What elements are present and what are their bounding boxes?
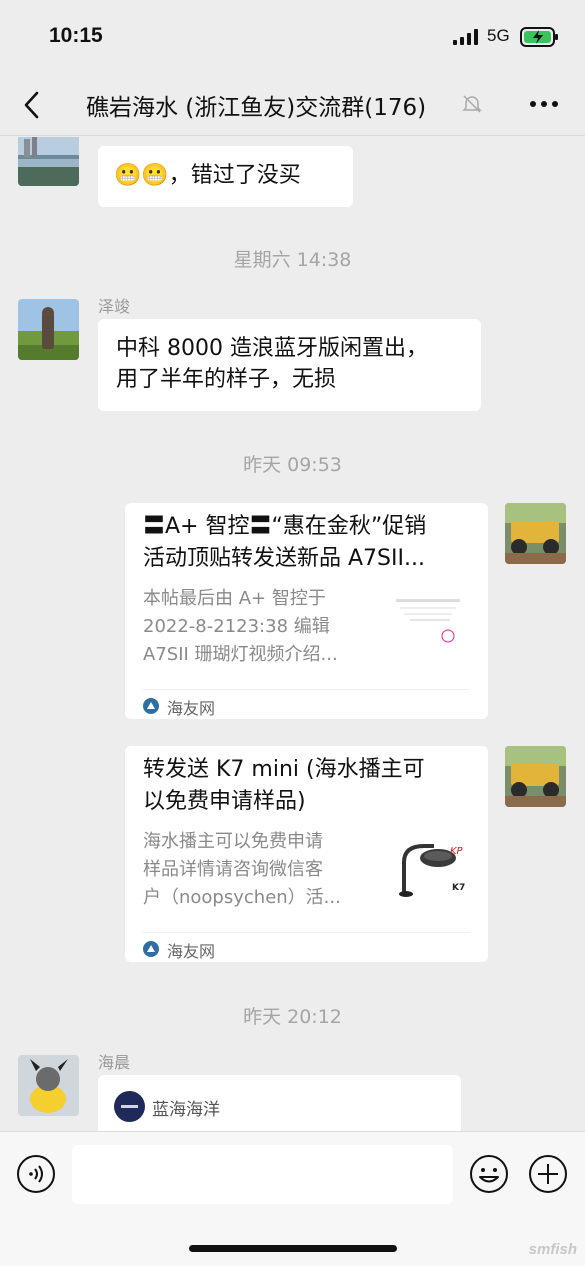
card-title-line: 活动顶贴转发送新品 A7SII... <box>143 546 425 571</box>
message-bubble[interactable]: 😬😬，错过了没买 <box>98 146 353 207</box>
watermark: smfish <box>528 1241 577 1258</box>
card-source: 海友网 <box>167 942 216 961</box>
card-footer: 海友网 <box>143 932 470 961</box>
avatar[interactable] <box>18 1055 79 1116</box>
home-indicator[interactable] <box>189 1245 397 1252</box>
card-thumbnail: KP K7 <box>390 832 470 912</box>
thumb-label: K7 <box>452 883 465 893</box>
card-title-line: 转发送 K7 mini (海水播主可 <box>143 757 425 782</box>
link-card[interactable]: 〓A+ 智控〓“惠在金秋”促销 活动顶贴转发送新品 A7SII... 本帖最后由… <box>125 503 488 719</box>
status-time: 10:15 <box>49 24 103 47</box>
message-text-line: 中科 8000 造浪蓝牙版闲置出， <box>116 336 428 361</box>
avatar[interactable] <box>18 137 79 186</box>
network-type: 5G <box>487 26 510 45</box>
svg-text:KP: KP <box>450 846 464 857</box>
card-description: 海水播主可以免费申请 样品详情请咨询微信客 户（noopsychen）活... <box>143 828 378 912</box>
card-thumbnail <box>390 589 470 669</box>
card-title-line: 以免费申请样品) <box>143 789 306 814</box>
plus-icon[interactable] <box>528 1154 568 1194</box>
card-title-line: 〓A+ 智控〓“惠在金秋”促销 <box>143 514 427 539</box>
avatar[interactable] <box>505 746 566 807</box>
sender-name: 泽竣 <box>98 297 131 316</box>
chat-header: 礁岩海水 (浙江鱼友)交流群(176) <box>0 72 585 136</box>
link-card[interactable]: 转发送 K7 mini (海水播主可 以免费申请样品) 海水播主可以免费申请 样… <box>125 746 488 962</box>
message-input[interactable] <box>72 1145 453 1204</box>
battery-icon <box>520 27 558 47</box>
back-icon[interactable] <box>22 90 42 120</box>
card-description: 本帖最后由 A+ 智控于 2022-8-2123:38 编辑 A7SII 珊瑚灯… <box>143 585 378 669</box>
message-bubble[interactable]: 中科 8000 造浪蓝牙版闲置出， 用了半年的样子，无损 <box>98 319 481 411</box>
source-app-icon <box>143 941 159 957</box>
input-bar: smfish <box>0 1131 585 1266</box>
signal-icon <box>453 29 478 45</box>
official-account-name: 蓝海海洋 <box>152 1100 220 1120</box>
message-bubble[interactable]: 蓝海海洋 <box>98 1075 461 1131</box>
chat-messages[interactable]: 😬😬，错过了没买 星期六 14:38 泽竣 中科 8000 造浪蓝牙版闲置出， … <box>0 137 585 1131</box>
sender-name: 海晨 <box>98 1053 131 1072</box>
more-icon[interactable] <box>529 100 559 108</box>
status-bar: 10:15 5G <box>0 0 585 72</box>
card-source: 海友网 <box>167 699 216 718</box>
emoji-icon[interactable] <box>469 1154 509 1194</box>
chat-title: 礁岩海水 (浙江鱼友)交流群(176) <box>86 95 427 121</box>
time-separator: 昨天 20:12 <box>243 1006 342 1028</box>
card-title: 〓A+ 智控〓“惠在金秋”促销 活动顶贴转发送新品 A7SII... <box>143 511 473 575</box>
card-desc-line: A7SII 珊瑚灯视频介绍... <box>143 644 338 665</box>
card-title: 转发送 K7 mini (海水播主可 以免费申请样品) <box>143 754 473 818</box>
card-footer: 海友网 <box>143 689 470 718</box>
source-app-icon <box>143 698 159 714</box>
avatar[interactable] <box>18 299 79 360</box>
mute-icon <box>462 95 482 113</box>
card-desc-line: 海水播主可以免费申请 <box>143 831 323 852</box>
time-separator: 昨天 09:53 <box>243 454 342 476</box>
card-desc-line: 样品详情请咨询微信客 <box>143 859 323 880</box>
card-desc-line: 户（noopsychen）活... <box>143 887 341 908</box>
message-text: 😬😬，错过了没买 <box>114 163 301 188</box>
message-text-line: 用了半年的样子，无损 <box>116 367 337 392</box>
card-desc-line: 2022-8-2123:38 编辑 <box>143 616 330 637</box>
card-desc-line: 本帖最后由 A+ 智控于 <box>143 588 326 609</box>
avatar[interactable] <box>505 503 566 564</box>
voice-icon[interactable] <box>16 1154 56 1194</box>
official-account-logo <box>114 1091 145 1122</box>
time-separator: 星期六 14:38 <box>233 249 352 271</box>
